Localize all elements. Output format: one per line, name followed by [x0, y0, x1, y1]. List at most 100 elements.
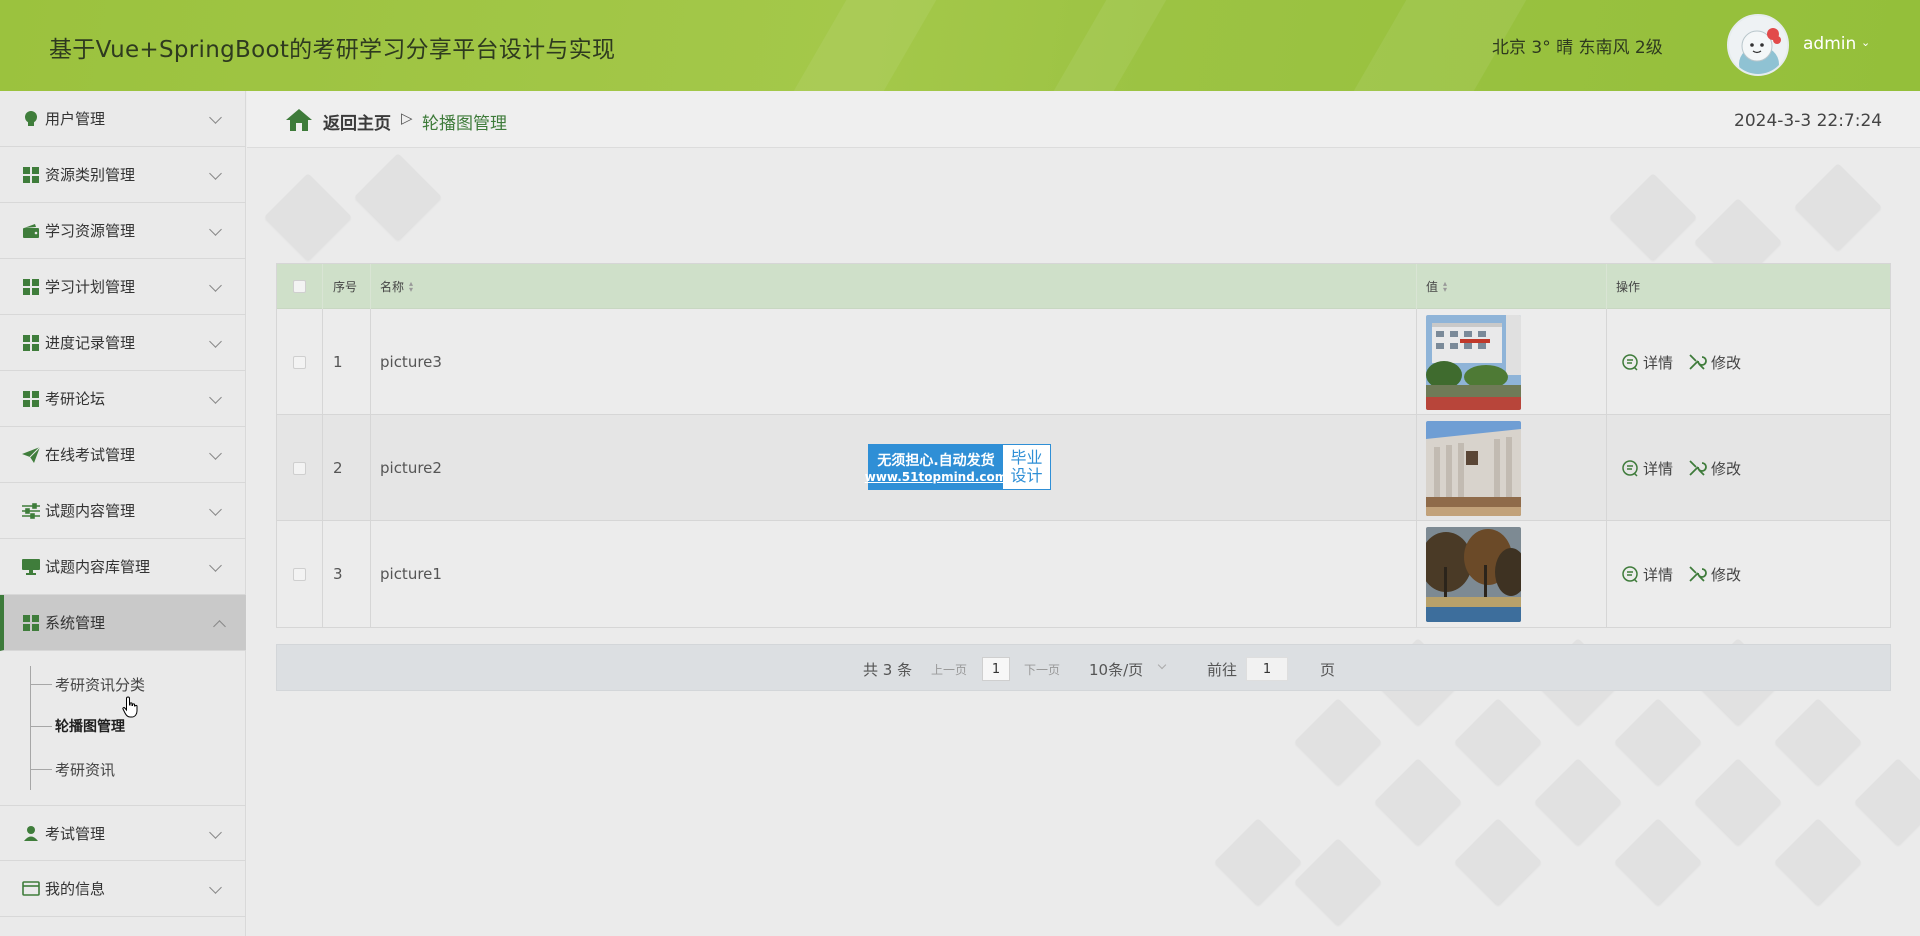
sidebar-item-label: 我的信息	[45, 880, 106, 898]
chevron-down-icon	[209, 559, 222, 572]
breadcrumb-current: 轮播图管理	[422, 114, 507, 134]
detail-icon	[1622, 566, 1638, 583]
submenu-item-news-category[interactable]: 考研资讯分类	[30, 673, 145, 695]
select-all-checkbox[interactable]	[293, 280, 306, 293]
detail-label: 详情	[1643, 353, 1674, 372]
detail-button[interactable]: 详情	[1621, 458, 1673, 479]
breadcrumb-home-link[interactable]: 返回主页	[323, 109, 391, 134]
sort-icon[interactable]: ▴ ▾	[409, 279, 413, 293]
sidebar-item-label: 在线考试管理	[45, 446, 136, 464]
carousel-table: 序号 名称 ▴ ▾ 值 ▴ ▾ 操作 1 picture3 详情 修改 2 pi…	[276, 263, 1891, 628]
watermark-left: 无须担心.自动发货 www.51topmind.com	[865, 445, 1007, 489]
detail-button[interactable]: 详情	[1621, 352, 1673, 373]
detail-icon	[1622, 460, 1638, 477]
chevron-down-icon	[209, 279, 222, 292]
header-decoration	[793, 0, 937, 91]
watermark-badge: 无须担心.自动发货 www.51topmind.com 毕业 设计	[865, 444, 1051, 490]
row-checkbox[interactable]	[293, 461, 306, 475]
carousel-thumbnail[interactable]	[1426, 526, 1521, 622]
chevron-down-icon[interactable]	[1157, 660, 1167, 670]
sidebar-item-learning-resources[interactable]: 学习资源管理	[0, 203, 246, 259]
row-checkbox[interactable]	[293, 355, 306, 369]
page-number-current[interactable]: 1	[982, 657, 1010, 681]
sidebar-item-question-content[interactable]: 试题内容管理	[0, 483, 246, 539]
watermark-line1: 无须担心.自动发货	[877, 453, 995, 469]
submenu-label: 轮播图管理	[55, 719, 125, 735]
pagination: 共 3 条 上一页 1 下一页 10条/页 前往 1 页	[276, 644, 1891, 691]
chevron-down-icon	[209, 223, 222, 236]
row-value-cell	[1417, 415, 1607, 521]
prev-page-button[interactable]: 上一页	[931, 661, 967, 678]
chevron-up-icon	[213, 620, 226, 633]
sidebar-item-label: 系统管理	[45, 614, 106, 632]
edit-button[interactable]: 修改	[1687, 564, 1741, 585]
chevron-down-icon	[209, 111, 222, 124]
sidebar-item-resource-category[interactable]: 资源类别管理	[0, 147, 246, 203]
avatar-cartoon-icon	[1729, 16, 1787, 74]
top-header: 基于Vue+SpringBoot的考研学习分享平台设计与实现 北京 3° 晴 东…	[0, 0, 1920, 91]
grid-icon	[22, 334, 40, 352]
grid-icon	[22, 614, 40, 632]
submenu-item-news[interactable]: 考研资讯	[30, 758, 115, 780]
row-checkbox[interactable]	[293, 567, 306, 581]
home-icon[interactable]	[285, 108, 313, 136]
sidebar-item-question-bank[interactable]: 试题内容库管理	[0, 539, 246, 595]
grid-icon	[22, 166, 40, 184]
carousel-thumbnail[interactable]	[1426, 420, 1521, 516]
monitor-icon	[22, 558, 40, 576]
sort-icon[interactable]: ▴ ▾	[1443, 279, 1447, 293]
sidebar-item-online-exam[interactable]: 在线考试管理	[0, 427, 246, 483]
breadcrumb: 返回主页 ▷ 轮播图管理 2024-3-3 22:7:24	[247, 91, 1920, 148]
detail-label: 详情	[1643, 459, 1674, 478]
submenu-label: 考研资讯	[55, 760, 116, 779]
row-select-cell	[277, 521, 323, 627]
detail-label: 详情	[1643, 565, 1674, 584]
table-header: 序号 名称 ▴ ▾ 值 ▴ ▾ 操作	[277, 264, 1890, 309]
page-size-select[interactable]: 10条/页	[1089, 659, 1143, 680]
user-avatar[interactable]	[1727, 14, 1789, 76]
clock: 2024-3-3 22:7:24	[1734, 111, 1883, 131]
sidebar-item-users[interactable]: 用户管理	[0, 91, 246, 147]
submenu-label: 考研资讯分类	[55, 675, 146, 694]
tree-branch	[30, 768, 52, 770]
sidebar: 用户管理 资源类别管理 学习资源管理 学习计划管理 进度记录管理 考研论坛 在线…	[0, 91, 246, 936]
sidebar-item-my-info[interactable]: 我的信息	[0, 861, 246, 917]
sidebar-item-label: 试题内容库管理	[45, 558, 151, 576]
submenu-item-carousel[interactable]: 轮播图管理	[30, 715, 125, 737]
sidebar-item-system[interactable]: 系统管理	[0, 595, 246, 651]
table-row: 2 picture2 详情 修改	[277, 415, 1890, 521]
sidebar-item-label: 考研论坛	[45, 390, 106, 408]
user-icon	[22, 824, 40, 842]
weather-info: 北京 3° 晴 东南风 2级	[1492, 38, 1663, 58]
chevron-down-icon	[209, 826, 222, 839]
sidebar-item-study-plan[interactable]: 学习计划管理	[0, 259, 246, 315]
site-title: 基于Vue+SpringBoot的考研学习分享平台设计与实现	[49, 37, 616, 63]
detail-button[interactable]: 详情	[1621, 564, 1673, 585]
user-name[interactable]: admin	[1803, 34, 1856, 54]
main-content: 返回主页 ▷ 轮播图管理 2024-3-3 22:7:24 序号 名称 ▴ ▾ 值…	[247, 91, 1920, 936]
edit-button[interactable]: 修改	[1687, 352, 1741, 373]
goto-page-input[interactable]: 1	[1246, 657, 1288, 681]
next-page-button[interactable]: 下一页	[1024, 661, 1060, 678]
column-header-name[interactable]: 名称 ▴ ▾	[371, 264, 1417, 309]
tree-branch	[30, 725, 52, 727]
chevron-down-icon	[209, 335, 222, 348]
sidebar-item-label: 学习计划管理	[45, 278, 136, 296]
row-actions: 详情 修改	[1607, 415, 1892, 521]
column-header-value[interactable]: 值 ▴ ▾	[1417, 264, 1607, 309]
edit-label: 修改	[1711, 459, 1742, 478]
sidebar-item-exam[interactable]: 考试管理	[0, 805, 246, 861]
watermark-right: 毕业 设计	[1003, 445, 1050, 489]
chevron-down-icon	[209, 167, 222, 180]
carousel-thumbnail[interactable]	[1426, 314, 1521, 410]
header-decoration	[1053, 0, 1167, 91]
row-value-cell	[1417, 309, 1607, 415]
chevron-down-icon	[209, 391, 222, 404]
chevron-down-icon[interactable]: ⌄	[1861, 36, 1870, 49]
paper-plane-icon	[22, 446, 40, 464]
sidebar-item-progress-records[interactable]: 进度记录管理	[0, 315, 246, 371]
sidebar-item-forum[interactable]: 考研论坛	[0, 371, 246, 427]
row-value-cell	[1417, 521, 1607, 627]
row-select-cell	[277, 309, 323, 415]
edit-button[interactable]: 修改	[1687, 458, 1741, 479]
